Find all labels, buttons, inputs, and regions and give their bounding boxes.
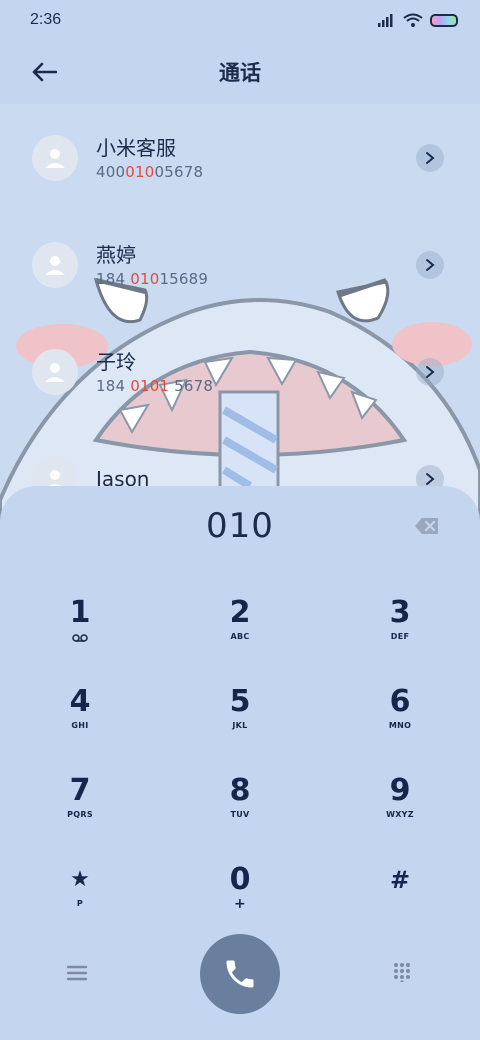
key-letters: MNO xyxy=(388,721,412,730)
contact-item[interactable]: 子玲 184 0101 5678 xyxy=(0,318,480,425)
key-1[interactable]: 1 xyxy=(0,581,160,670)
contact-number: 184 01015689 xyxy=(96,269,209,288)
key-letters: + xyxy=(233,896,247,912)
contact-name: 燕婷 xyxy=(96,242,136,267)
key-digit: 7 xyxy=(69,773,91,808)
key-6[interactable]: 6 MNO xyxy=(320,670,480,759)
contact-detail-button[interactable] xyxy=(416,358,444,386)
key-3[interactable]: 3 DEF xyxy=(320,581,480,670)
key-4[interactable]: 4 GHI xyxy=(0,670,160,759)
contact-name: 子玲 xyxy=(96,349,136,374)
signal-icon xyxy=(378,14,393,27)
call-button[interactable] xyxy=(200,934,280,1014)
key-0[interactable]: 0 + xyxy=(160,848,320,937)
status-time: 2:36 xyxy=(30,11,62,28)
chevron-right-icon xyxy=(426,366,435,378)
contact-number: 184 0101 5678 xyxy=(96,376,214,395)
chevron-right-icon xyxy=(426,259,435,271)
key-digit: ★ xyxy=(70,867,90,892)
key-5[interactable]: 5 JKL xyxy=(160,670,320,759)
avatar xyxy=(32,241,78,288)
wifi-icon xyxy=(403,13,423,27)
key-letters: DEF xyxy=(390,632,410,641)
keypad-toggle-button[interactable] xyxy=(392,962,414,984)
contact-detail-button[interactable] xyxy=(416,251,444,279)
key-digit: 8 xyxy=(229,773,251,808)
avatar xyxy=(32,134,78,181)
key-7[interactable]: 7 PQRS xyxy=(0,759,160,848)
key-letters: GHI xyxy=(71,721,89,730)
status-icons xyxy=(378,13,458,27)
key-2[interactable]: 2 ABC xyxy=(160,581,320,670)
key-digit: 3 xyxy=(389,595,411,630)
key-letters: PQRS xyxy=(67,810,93,819)
page-title: 通话 xyxy=(219,61,261,85)
key-digit: 2 xyxy=(229,595,251,630)
dialpad-icon xyxy=(394,963,410,984)
contact-detail-button[interactable] xyxy=(416,144,444,172)
key-star[interactable]: ★ P xyxy=(0,848,160,937)
dialer-panel: 010 1 2 ABC 3 DEF 4 GHI 5 JKL 6 MNO 7 PQ… xyxy=(0,486,480,1040)
key-letters: ABC xyxy=(230,632,250,641)
key-digit: 5 xyxy=(229,684,251,719)
key-digit: 9 xyxy=(389,773,411,808)
key-letters: WXYZ xyxy=(386,810,414,819)
dialed-number[interactable]: 010 xyxy=(0,506,480,550)
person-icon xyxy=(45,148,65,168)
chevron-right-icon xyxy=(426,152,435,164)
status-bar: 2:36 xyxy=(0,0,480,40)
menu-icon xyxy=(66,965,88,981)
person-icon xyxy=(45,362,65,382)
contact-item[interactable]: 燕婷 184 01015689 xyxy=(0,211,480,318)
person-icon xyxy=(45,255,65,275)
key-9[interactable]: 9 WXYZ xyxy=(320,759,480,848)
back-button[interactable] xyxy=(28,56,60,88)
back-arrow-icon xyxy=(32,62,57,82)
contact-item[interactable]: 小米客服 40001005678 xyxy=(0,104,480,211)
contact-list: 小米客服 40001005678 燕婷 184 01015689 子玲 184 … xyxy=(0,104,480,532)
header: 通话 xyxy=(0,40,480,104)
menu-button[interactable] xyxy=(66,964,90,984)
key-digit: 1 xyxy=(69,595,91,630)
key-digit: 0 xyxy=(229,862,251,897)
dialer-bottom-bar xyxy=(0,934,480,1018)
key-letters: P xyxy=(76,899,84,908)
avatar xyxy=(32,348,78,395)
backspace-icon xyxy=(415,518,438,534)
key-digit: 6 xyxy=(389,684,411,719)
key-digit: 4 xyxy=(69,684,91,719)
key-hash[interactable]: # xyxy=(320,848,480,937)
key-8[interactable]: 8 TUV xyxy=(160,759,320,848)
backspace-button[interactable] xyxy=(414,516,440,538)
phone-icon xyxy=(226,960,254,988)
contact-name: 小米客服 xyxy=(96,135,176,160)
battery-icon xyxy=(430,13,458,27)
contact-number: 40001005678 xyxy=(96,162,204,181)
chevron-right-icon xyxy=(426,473,435,485)
key-digit: # xyxy=(389,866,411,894)
key-letters: JKL xyxy=(232,721,248,730)
voicemail-icon xyxy=(72,634,88,642)
keypad: 1 2 ABC 3 DEF 4 GHI 5 JKL 6 MNO 7 PQRS 8… xyxy=(0,581,480,937)
key-letters: TUV xyxy=(230,810,250,819)
